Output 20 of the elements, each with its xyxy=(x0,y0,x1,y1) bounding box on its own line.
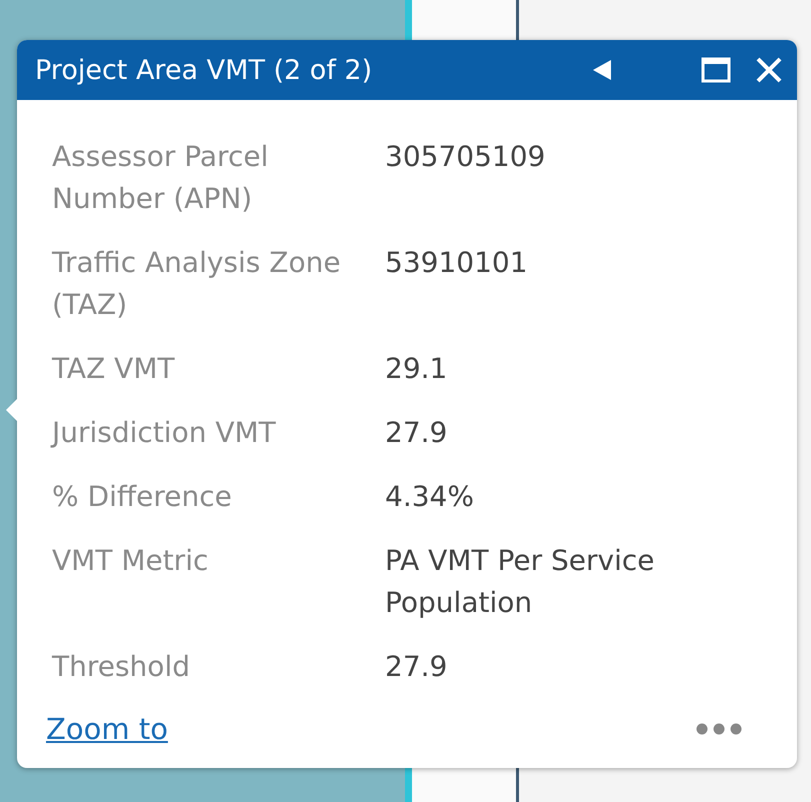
field-label: % Difference xyxy=(52,479,233,515)
field-value: 305705109 xyxy=(385,139,546,175)
field-value: PA VMT Per Service Population xyxy=(385,543,656,621)
maximize-button[interactable] xyxy=(701,57,731,83)
field-label: Jurisdiction VMT xyxy=(52,415,277,451)
close-button[interactable] xyxy=(755,56,783,84)
previous-button[interactable] xyxy=(593,60,611,80)
zoom-to-link[interactable]: Zoom to xyxy=(46,712,168,746)
field-label: Assessor Parcel Number (APN) xyxy=(52,139,270,217)
field-label: Threshold xyxy=(52,649,191,685)
field-value: 53910101 xyxy=(385,245,529,281)
more-icon[interactable] xyxy=(696,723,742,735)
popup-title: Project Area VMT (2 of 2) xyxy=(35,54,374,86)
field-label: TAZ VMT xyxy=(52,351,176,387)
field-value: 4.34% xyxy=(385,479,475,515)
field-value: 27.9 xyxy=(385,649,448,685)
field-value: 29.1 xyxy=(385,351,448,387)
field-label: VMT Metric xyxy=(52,543,210,579)
field-label: Traffic Analysis Zone (TAZ) xyxy=(52,245,342,323)
field-value: 27.9 xyxy=(385,415,448,451)
